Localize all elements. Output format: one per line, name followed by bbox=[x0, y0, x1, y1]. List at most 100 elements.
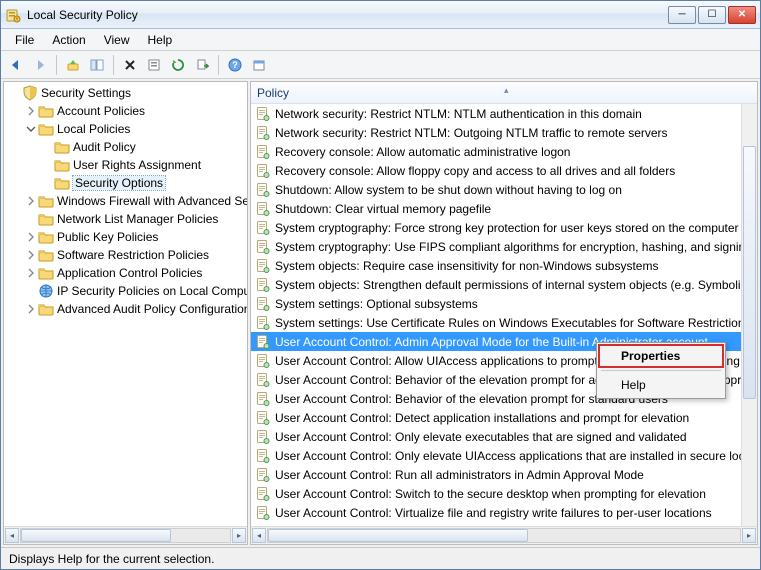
scroll-thumb[interactable] bbox=[21, 529, 171, 542]
properties-button[interactable] bbox=[143, 54, 165, 76]
tree-node[interactable]: Security Options bbox=[4, 174, 247, 192]
expander-icon bbox=[24, 284, 38, 298]
expander-icon bbox=[24, 212, 38, 226]
show-hide-tree-button[interactable] bbox=[86, 54, 108, 76]
policy-icon bbox=[255, 125, 271, 141]
policy-row[interactable]: System objects: Strengthen default permi… bbox=[251, 275, 741, 294]
list-horizontal-scrollbar[interactable]: ◂ ▸ bbox=[251, 526, 757, 544]
policy-icon bbox=[255, 334, 271, 350]
expander-icon bbox=[40, 176, 54, 190]
expander-icon[interactable] bbox=[24, 122, 38, 136]
policy-row[interactable]: Network security: Restrict NTLM: NTLM au… bbox=[251, 104, 741, 123]
column-header-policy[interactable]: Policy ▴ bbox=[251, 82, 757, 104]
policy-row[interactable]: User Account Control: Switch to the secu… bbox=[251, 484, 741, 503]
up-button[interactable] bbox=[62, 54, 84, 76]
policy-row[interactable]: User Account Control: Virtualize file an… bbox=[251, 503, 741, 522]
scroll-left-button[interactable]: ◂ bbox=[252, 528, 266, 543]
tree-node[interactable]: Local Policies bbox=[4, 120, 247, 138]
toolbar-separator bbox=[56, 55, 57, 75]
scroll-track[interactable] bbox=[267, 528, 741, 543]
context-menu-item-label: Properties bbox=[621, 349, 680, 363]
scroll-thumb[interactable] bbox=[268, 529, 528, 542]
export-button[interactable] bbox=[191, 54, 213, 76]
tree-node[interactable]: Network List Manager Policies bbox=[4, 210, 247, 228]
scroll-thumb[interactable] bbox=[743, 146, 756, 399]
policy-icon bbox=[255, 258, 271, 274]
policy-row[interactable]: Recovery console: Allow floppy copy and … bbox=[251, 161, 741, 180]
policy-row[interactable]: System objects: Require case insensitivi… bbox=[251, 256, 741, 275]
policy-row[interactable]: System cryptography: Use FIPS compliant … bbox=[251, 237, 741, 256]
tree-pane[interactable]: Security Settings Account PoliciesLocal P… bbox=[3, 81, 248, 545]
tree-node[interactable]: Windows Firewall with Advanced Security bbox=[4, 192, 247, 210]
menu-help[interactable]: Help bbox=[140, 31, 181, 49]
scroll-left-button[interactable]: ◂ bbox=[5, 528, 19, 543]
schedule-button[interactable] bbox=[248, 54, 270, 76]
folder-icon bbox=[38, 211, 54, 227]
folder-icon bbox=[38, 103, 54, 119]
tree-root[interactable]: Security Settings bbox=[4, 84, 247, 102]
policy-label: System objects: Strengthen default permi… bbox=[275, 278, 741, 292]
policy-label: User Account Control: Run all administra… bbox=[275, 468, 644, 482]
list-vertical-scrollbar[interactable] bbox=[741, 104, 757, 526]
policy-row[interactable]: User Account Control: Detect application… bbox=[251, 408, 741, 427]
expander-icon[interactable] bbox=[24, 230, 38, 244]
policy-row[interactable]: Recovery console: Allow automatic admini… bbox=[251, 142, 741, 161]
policy-row[interactable]: System settings: Use Certificate Rules o… bbox=[251, 313, 741, 332]
folder-icon bbox=[38, 301, 54, 317]
expander-icon[interactable] bbox=[24, 302, 38, 316]
tree-node[interactable]: User Rights Assignment bbox=[4, 156, 247, 174]
window-title: Local Security Policy bbox=[27, 8, 668, 22]
policy-label: Network security: Restrict NTLM: NTLM au… bbox=[275, 107, 642, 121]
tree-node[interactable]: Public Key Policies bbox=[4, 228, 247, 246]
context-menu-help[interactable]: Help bbox=[599, 374, 723, 396]
forward-button[interactable] bbox=[29, 54, 51, 76]
expander-icon[interactable] bbox=[24, 266, 38, 280]
policy-row[interactable]: User Account Control: Only elevate execu… bbox=[251, 427, 741, 446]
delete-button[interactable] bbox=[119, 54, 141, 76]
menu-file[interactable]: File bbox=[7, 31, 42, 49]
tree-node[interactable]: Account Policies bbox=[4, 102, 247, 120]
tree-node-label: Security Settings bbox=[41, 86, 131, 100]
policy-label: User Account Control: Virtualize file an… bbox=[275, 506, 712, 520]
scroll-track[interactable] bbox=[20, 528, 231, 543]
folder-icon bbox=[38, 193, 54, 209]
tree-node[interactable]: Advanced Audit Policy Configuration bbox=[4, 300, 247, 318]
menu-view[interactable]: View bbox=[96, 31, 138, 49]
expander-icon bbox=[40, 140, 54, 154]
tree-node[interactable]: Application Control Policies bbox=[4, 264, 247, 282]
expander-icon[interactable] bbox=[24, 248, 38, 262]
policy-label: User Account Control: Only elevate execu… bbox=[275, 430, 687, 444]
policy-row[interactable]: Shutdown: Clear virtual memory pagefile bbox=[251, 199, 741, 218]
tree-node[interactable]: Software Restriction Policies bbox=[4, 246, 247, 264]
close-button[interactable]: ✕ bbox=[728, 6, 756, 24]
folder-icon bbox=[54, 139, 70, 155]
scroll-right-button[interactable]: ▸ bbox=[742, 528, 756, 543]
policy-row[interactable]: Shutdown: Allow system to be shut down w… bbox=[251, 180, 741, 199]
policy-label: Recovery console: Allow automatic admini… bbox=[275, 145, 570, 159]
policy-row[interactable]: User Account Control: Only elevate UIAcc… bbox=[251, 446, 741, 465]
context-menu-properties[interactable]: Properties bbox=[599, 345, 723, 367]
tree-horizontal-scrollbar[interactable]: ◂ ▸ bbox=[4, 526, 247, 544]
maximize-button[interactable]: ☐ bbox=[698, 6, 726, 24]
policy-row[interactable]: System cryptography: Force strong key pr… bbox=[251, 218, 741, 237]
policy-row[interactable]: User Account Control: Run all administra… bbox=[251, 465, 741, 484]
menu-action[interactable]: Action bbox=[44, 31, 93, 49]
policy-row[interactable]: System settings: Optional subsystems bbox=[251, 294, 741, 313]
policy-list[interactable]: Network security: Restrict NTLM: NTLM au… bbox=[251, 104, 741, 526]
scroll-right-button[interactable]: ▸ bbox=[232, 528, 246, 543]
folder-icon bbox=[38, 265, 54, 281]
help-button[interactable]: ? bbox=[224, 54, 246, 76]
tree-node[interactable]: Audit Policy bbox=[4, 138, 247, 156]
expander-icon[interactable] bbox=[24, 194, 38, 208]
policy-icon bbox=[255, 201, 271, 217]
policy-row[interactable]: Network security: Restrict NTLM: Outgoin… bbox=[251, 123, 741, 142]
back-button[interactable] bbox=[5, 54, 27, 76]
context-menu-item-label: Help bbox=[621, 378, 646, 392]
expander-icon[interactable] bbox=[24, 104, 38, 118]
refresh-button[interactable] bbox=[167, 54, 189, 76]
policy-icon bbox=[255, 429, 271, 445]
policy-icon bbox=[255, 163, 271, 179]
app-window: Local Security Policy ─ ☐ ✕ File Action … bbox=[0, 0, 761, 570]
minimize-button[interactable]: ─ bbox=[668, 6, 696, 24]
tree-node[interactable]: IP Security Policies on Local Computer bbox=[4, 282, 247, 300]
